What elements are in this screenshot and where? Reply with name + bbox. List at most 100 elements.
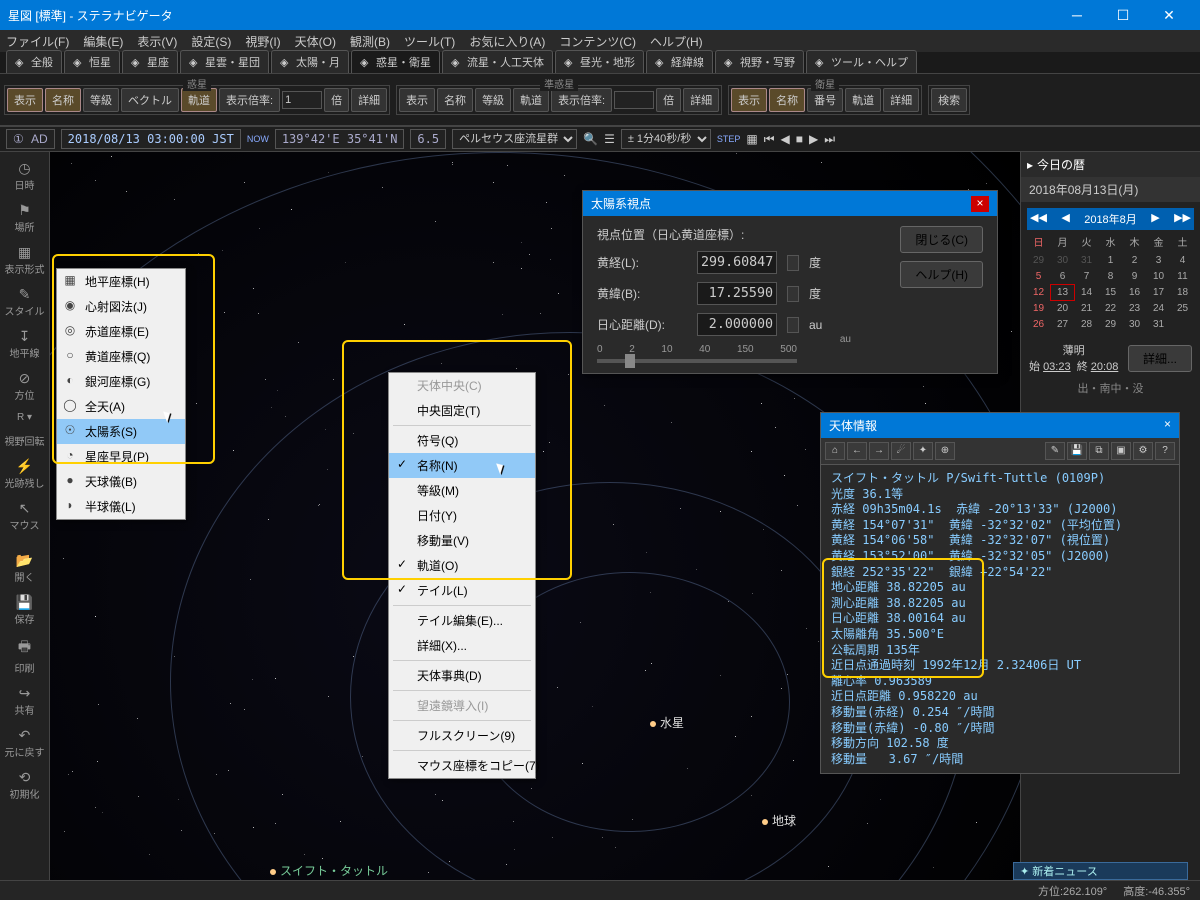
ribbon-tab[interactable]: ◈経緯線 [646, 50, 713, 73]
close-button[interactable]: ✕ [1146, 0, 1192, 30]
stop-button[interactable]: ■ [796, 132, 803, 146]
viewpoint-input[interactable] [697, 282, 777, 305]
menu-item[interactable]: コンテンツ(C) [559, 33, 636, 50]
menu-item[interactable]: お気に入り(A) [469, 33, 545, 50]
toolbar-button[interactable]: 表示 [731, 88, 767, 112]
ribbon-tab[interactable]: ◈惑星・衛星 [351, 50, 440, 73]
info-img-icon[interactable]: ▣ [1111, 442, 1131, 460]
distance-slider[interactable] [597, 359, 797, 363]
target-select[interactable]: ペルセウス座流星群 [452, 129, 577, 149]
calendar-day[interactable]: 19 [1027, 301, 1050, 316]
dropdown-icon[interactable] [787, 286, 799, 302]
toolbar-button[interactable]: 名称 [769, 88, 805, 112]
calendar-day[interactable]: 6 [1051, 269, 1074, 284]
calendar-day[interactable]: 13 [1051, 285, 1074, 300]
calendar-day[interactable]: 10 [1147, 269, 1170, 284]
ribbon-tab[interactable]: ◈恒星 [64, 50, 120, 73]
detail-button[interactable]: 詳細... [1128, 345, 1192, 372]
menu-item[interactable]: マウス座標をコピー(7) [389, 753, 535, 778]
toolbar-button[interactable]: 詳細 [683, 88, 719, 112]
viewpoint-input[interactable] [697, 313, 777, 336]
sidebar-button[interactable]: 💾保存 [3, 590, 47, 630]
menu-item[interactable]: 観測(B) [350, 33, 390, 50]
calendar-day[interactable]: 14 [1075, 285, 1098, 300]
ribbon-tab[interactable]: ◈星座 [122, 50, 178, 73]
sidebar-button[interactable]: ⚡光跡残し [3, 454, 47, 494]
calendar-day[interactable]: 11 [1171, 269, 1194, 284]
calendar-day[interactable]: 31 [1075, 253, 1098, 268]
sidebar-button[interactable]: R ▾ [3, 408, 47, 427]
step-fwd-button[interactable]: ▶ [809, 132, 818, 146]
toolbar-button[interactable]: 検索 [931, 88, 967, 112]
calendar-day[interactable]: 20 [1051, 301, 1074, 316]
menu-item[interactable]: ✓軌道(O) [389, 553, 535, 578]
menu-item[interactable]: 等級(M) [389, 478, 535, 503]
menu-item[interactable]: ✓名称(N) [389, 453, 535, 478]
calendar-day[interactable] [1171, 317, 1194, 332]
now-indicator[interactable]: NOW [247, 134, 269, 144]
toolbar-button[interactable]: 倍 [656, 88, 681, 112]
era-button[interactable]: ① AD [6, 129, 55, 149]
toolbar-button[interactable]: 等級 [475, 88, 511, 112]
info-tool3-icon[interactable]: ⊕ [935, 442, 955, 460]
info-home-icon[interactable]: ⌂ [825, 442, 845, 460]
planet-label[interactable]: 水星 [650, 714, 684, 731]
sidebar-button[interactable]: 視野回転 [3, 429, 47, 452]
info-gear-icon[interactable]: ⚙ [1133, 442, 1153, 460]
info-fwd-icon[interactable]: → [869, 442, 889, 460]
info-tool2-icon[interactable]: ✦ [913, 442, 933, 460]
toolbar-button[interactable]: 詳細 [351, 88, 387, 112]
menu-item[interactable]: ☉太陽系(S) [57, 419, 185, 444]
toolbar-input[interactable] [614, 91, 654, 109]
planet-label[interactable]: 地球 [762, 812, 796, 829]
sidebar-button[interactable]: 🖶印刷 [3, 632, 47, 679]
menu-item[interactable]: ◔星座早見(P) [57, 444, 185, 469]
toolbar-input[interactable] [282, 91, 322, 109]
ribbon-tab[interactable]: ◈ツール・ヘルプ [806, 50, 917, 73]
menu-item[interactable]: ◐銀河座標(G) [57, 369, 185, 394]
menu-item[interactable]: 移動量(V) [389, 528, 535, 553]
info-save-icon[interactable]: 💾 [1067, 442, 1087, 460]
calendar-day[interactable]: 9 [1123, 269, 1146, 284]
ribbon-tab[interactable]: ◈昼光・地形 [555, 50, 644, 73]
viewpoint-input[interactable] [697, 251, 777, 274]
toolbar-button[interactable]: 表示倍率: [551, 88, 612, 112]
calendar-day[interactable]: 17 [1147, 285, 1170, 300]
news-ticker[interactable]: ✦ 新着ニュース [1013, 862, 1188, 880]
sidebar-button[interactable]: ◷日時 [3, 156, 47, 196]
viewpoint-close-icon[interactable]: × [971, 196, 989, 212]
info-help-icon[interactable]: ? [1155, 442, 1175, 460]
sidebar-button[interactable]: 📂開く [3, 548, 47, 588]
calendar-day[interactable]: 23 [1123, 301, 1146, 316]
toolbar-button[interactable]: 名称 [437, 88, 473, 112]
sidebar-button[interactable] [3, 538, 47, 546]
info-tool1-icon[interactable]: ☄ [891, 442, 911, 460]
menu-item[interactable]: ◉心射図法(J) [57, 294, 185, 319]
menu-item[interactable]: 日付(Y) [389, 503, 535, 528]
cal-prev-year[interactable]: ◀◀ [1030, 211, 1047, 227]
minimize-button[interactable]: ─ [1054, 0, 1100, 30]
toolbar-button[interactable]: 軌道 [845, 88, 881, 112]
menu-item[interactable]: フルスクリーン(9) [389, 723, 535, 748]
toolbar-button[interactable]: 表示 [7, 88, 43, 112]
toolbar-button[interactable]: 名称 [45, 88, 81, 112]
ribbon-tab[interactable]: ◈全般 [6, 50, 62, 73]
toolbar-button[interactable]: ベクトル [121, 88, 179, 112]
menu-item[interactable]: ○黄道座標(Q) [57, 344, 185, 369]
sidebar-button[interactable]: ⊘方位 [3, 366, 47, 406]
menu-item[interactable]: 中央固定(T) [389, 398, 535, 423]
calendar-day[interactable]: 12 [1027, 285, 1050, 300]
sidebar-button[interactable]: ↶元に戻す [3, 723, 47, 763]
calendar-day[interactable]: 5 [1027, 269, 1050, 284]
info-copy-icon[interactable]: ⧉ [1089, 442, 1109, 460]
menu-item[interactable]: テイル編集(E)... [389, 608, 535, 633]
sidebar-button[interactable]: ✎スタイル [3, 282, 47, 322]
menu-item[interactable]: 符号(Q) [389, 428, 535, 453]
ribbon-tab[interactable]: ◈流星・人工天体 [442, 50, 553, 73]
cal-prev-month[interactable]: ◀ [1061, 211, 1069, 227]
viewpoint-help-button[interactable]: ヘルプ(H) [900, 261, 983, 288]
sidebar-button[interactable]: ↖マウス [3, 496, 47, 536]
dropdown-icon[interactable] [787, 255, 799, 271]
menu-item[interactable]: ●天球儀(B) [57, 469, 185, 494]
search-icon[interactable]: 🔍 [583, 132, 598, 146]
